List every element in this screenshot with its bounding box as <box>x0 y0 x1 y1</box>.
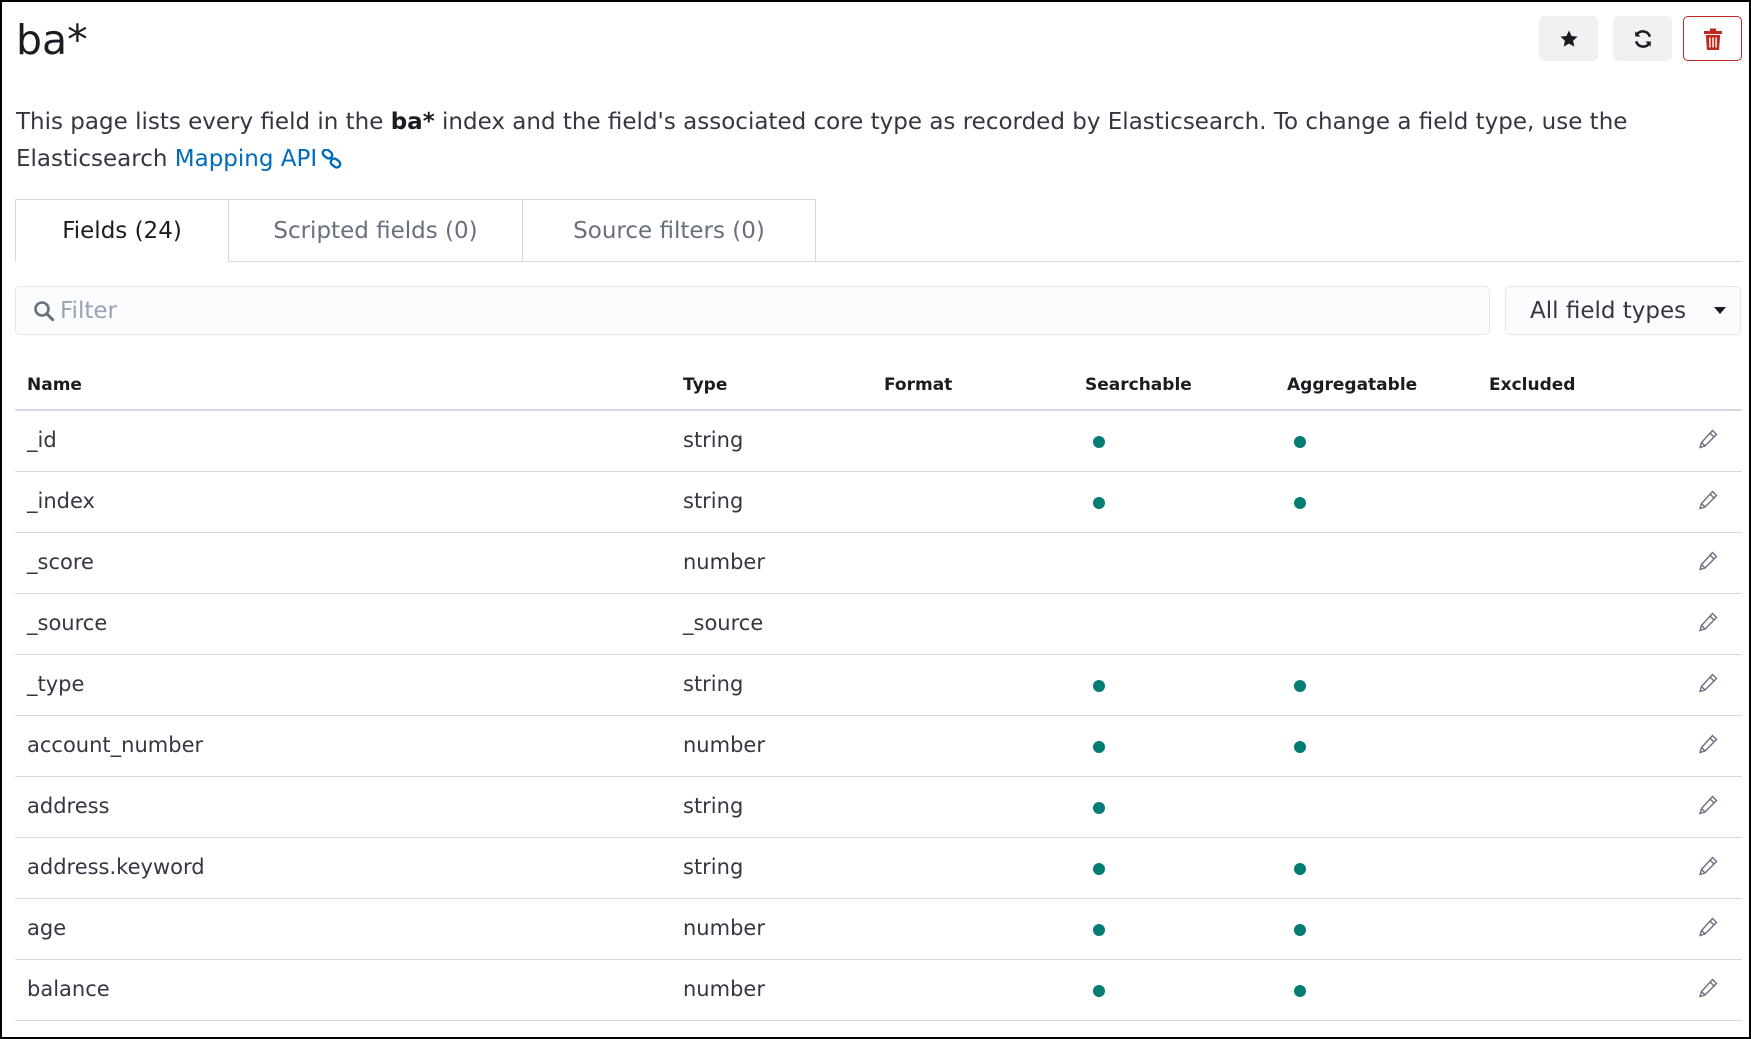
searchable-indicator <box>1093 741 1105 753</box>
table-row: age number <box>15 899 1742 960</box>
trash-icon <box>1703 28 1722 50</box>
field-name: _index <box>27 489 95 513</box>
aggregatable-indicator <box>1294 436 1306 448</box>
edit-pencil-icon[interactable] <box>1697 428 1719 455</box>
table-row: account_number number <box>15 716 1742 777</box>
table-row: _score number <box>15 533 1742 594</box>
set-default-button[interactable] <box>1539 16 1598 61</box>
aggregatable-indicator <box>1294 924 1306 936</box>
edit-pencil-icon[interactable] <box>1697 611 1719 638</box>
table-row: balance number <box>15 960 1742 1021</box>
mapping-api-link-label: Mapping API <box>174 146 318 172</box>
index-pattern-page: ba* This page lists every field in the b… <box>0 0 1751 1039</box>
searchable-indicator <box>1093 985 1105 997</box>
star-icon <box>1559 30 1578 47</box>
field-name: account_number <box>27 733 204 757</box>
table-row: _index string <box>15 472 1742 533</box>
field-type: number <box>683 916 765 940</box>
searchable-indicator <box>1093 802 1105 814</box>
field-type: string <box>683 672 744 696</box>
searchable-indicator <box>1093 436 1105 448</box>
refresh-icon <box>1634 29 1651 48</box>
page-title: ba* <box>16 16 88 64</box>
tab-bar: Fields (24) Scripted fields (0) Source f… <box>15 199 1742 262</box>
field-name: _id <box>27 428 57 452</box>
edit-pencil-icon[interactable] <box>1697 489 1719 516</box>
column-header-type[interactable]: Type <box>683 375 727 395</box>
filter-input[interactable] <box>58 293 1458 329</box>
filter-box <box>15 286 1490 335</box>
field-type-select-value: All field types <box>1530 297 1687 324</box>
delete-index-pattern-button[interactable] <box>1683 16 1742 61</box>
description-text: This page lists every field in the <box>16 109 391 135</box>
edit-pencil-icon[interactable] <box>1697 916 1719 943</box>
column-header-format[interactable]: Format <box>884 375 952 395</box>
searchable-indicator <box>1093 680 1105 692</box>
field-name: balance <box>27 977 110 1001</box>
column-header-excluded[interactable]: Excluded <box>1489 375 1575 395</box>
edit-pencil-icon[interactable] <box>1697 733 1719 760</box>
field-type: _source <box>683 611 764 635</box>
index-name: ba* <box>390 109 435 135</box>
field-name: age <box>27 916 67 940</box>
column-header-name[interactable]: Name <box>27 375 82 395</box>
edit-pencil-icon[interactable] <box>1697 550 1719 577</box>
page-description: This page lists every field in the ba* i… <box>16 104 1741 181</box>
aggregatable-indicator <box>1294 680 1306 692</box>
table-row: address.keyword string <box>15 838 1742 899</box>
searchable-indicator <box>1093 863 1105 875</box>
table-row: _type string <box>15 655 1742 716</box>
searchable-indicator <box>1093 924 1105 936</box>
field-name: _type <box>27 672 85 696</box>
table-header: Name Type Format Searchable Aggregatable… <box>15 368 1742 411</box>
field-name: _score <box>27 550 94 574</box>
refresh-fields-button[interactable] <box>1613 16 1672 61</box>
field-type: number <box>683 977 765 1001</box>
search-icon <box>34 301 55 322</box>
aggregatable-indicator <box>1294 863 1306 875</box>
field-type: number <box>683 733 765 757</box>
field-name: address <box>27 794 110 818</box>
table-row: _source _source <box>15 594 1742 655</box>
tab-source-filters[interactable]: Source filters (0) <box>522 199 816 262</box>
mapping-api-link[interactable]: Mapping API <box>175 146 343 172</box>
table-row: address string <box>15 777 1742 838</box>
table-row: _id string <box>15 411 1742 472</box>
table-body: _id string _index string _score number _source… <box>15 411 1742 1021</box>
column-header-aggregatable[interactable]: Aggregatable <box>1287 375 1417 395</box>
field-type-select[interactable]: All field types <box>1505 286 1741 335</box>
edit-pencil-icon[interactable] <box>1697 855 1719 882</box>
link-icon <box>321 144 343 181</box>
aggregatable-indicator <box>1294 741 1306 753</box>
field-type: string <box>683 428 744 452</box>
field-type: number <box>683 550 765 574</box>
edit-pencil-icon[interactable] <box>1697 977 1719 1004</box>
tab-fields[interactable]: Fields (24) <box>15 199 229 262</box>
column-header-searchable[interactable]: Searchable <box>1085 375 1192 395</box>
field-type: string <box>683 489 744 513</box>
caret-down-icon <box>1714 307 1726 314</box>
aggregatable-indicator <box>1294 497 1306 509</box>
aggregatable-indicator <box>1294 985 1306 997</box>
field-name: address.keyword <box>27 855 205 879</box>
edit-pencil-icon[interactable] <box>1697 672 1719 699</box>
searchable-indicator <box>1093 497 1105 509</box>
field-type: string <box>683 855 744 879</box>
edit-pencil-icon[interactable] <box>1697 794 1719 821</box>
field-name: _source <box>27 611 108 635</box>
tab-scripted-fields[interactable]: Scripted fields (0) <box>228 199 523 262</box>
field-type: string <box>683 794 744 818</box>
fields-table: Name Type Format Searchable Aggregatable… <box>15 368 1742 1021</box>
